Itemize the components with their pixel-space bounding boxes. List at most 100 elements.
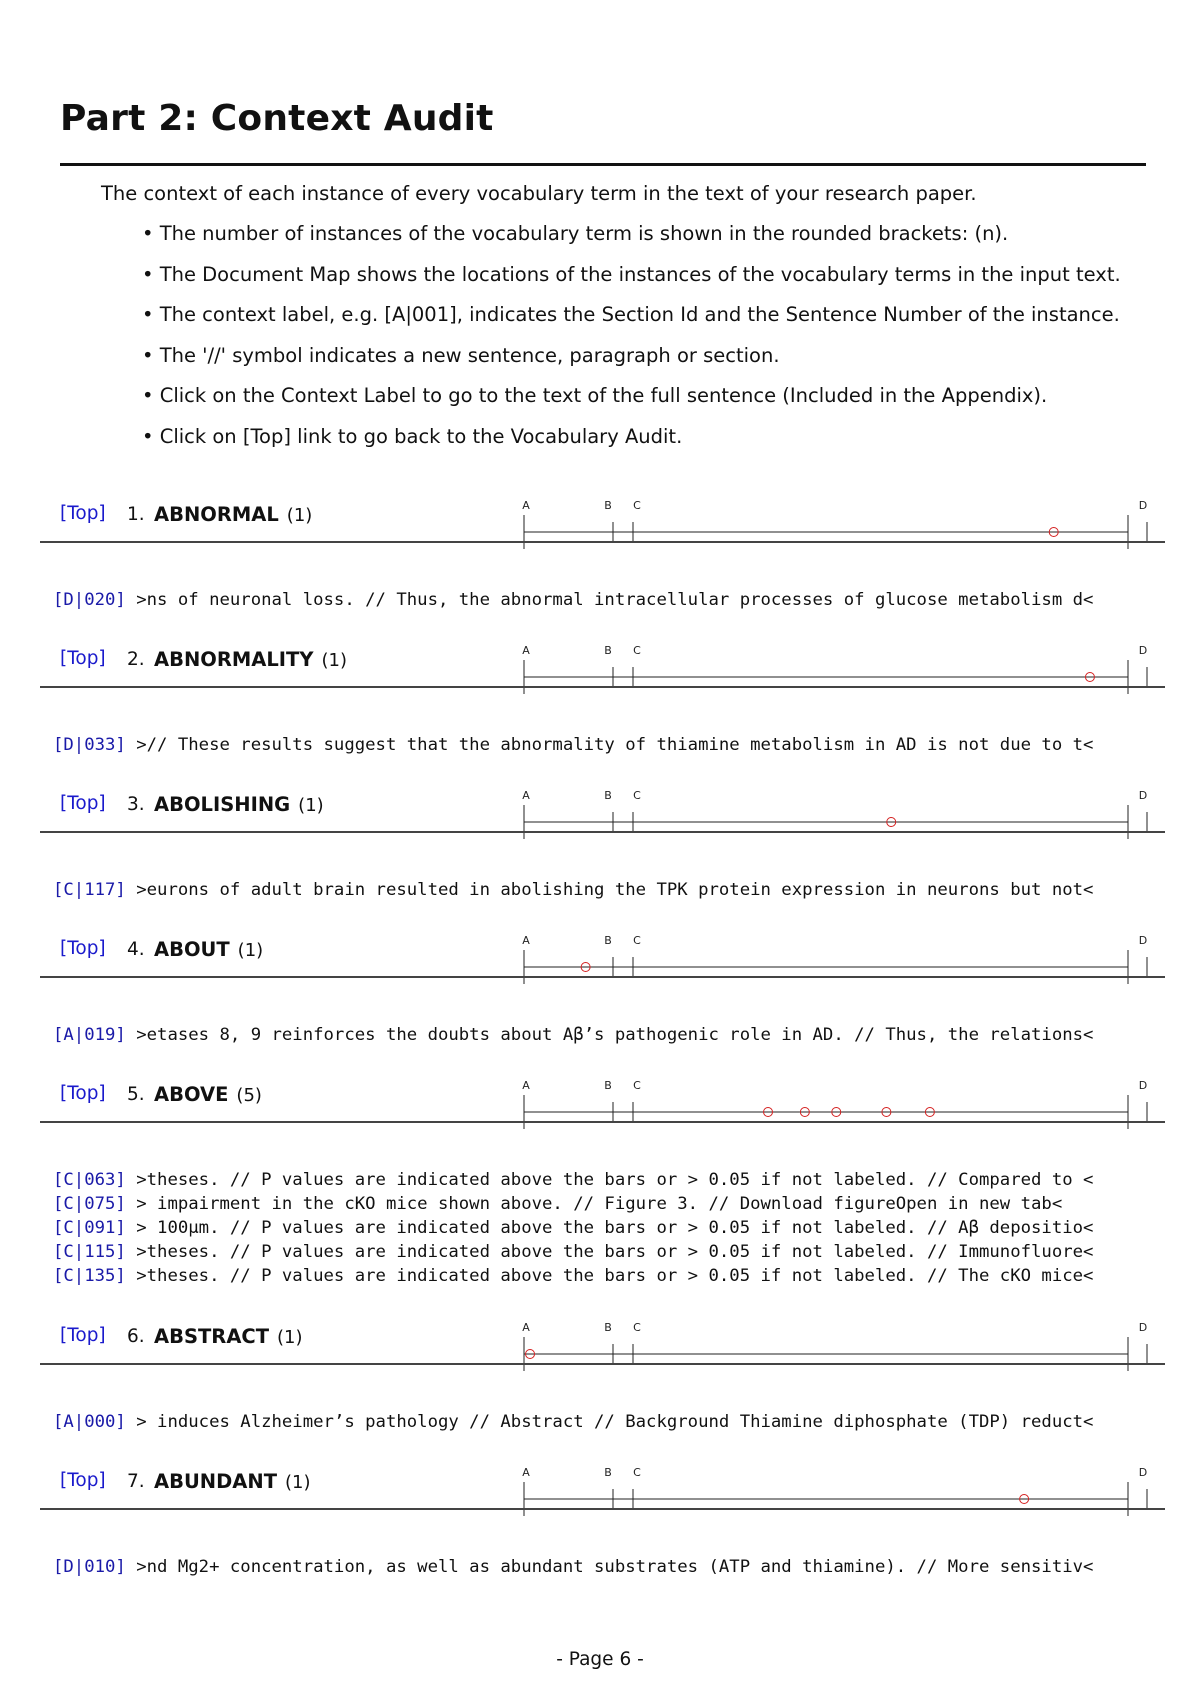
document-map: A B C D	[522, 934, 1148, 984]
context-snippet: >// These results suggest that the abnor…	[125, 735, 1094, 755]
map-section-letter: B	[604, 1321, 612, 1334]
context-line: [D|020] >ns of neuronal loss. // Thus, t…	[53, 588, 1093, 612]
title-rule	[60, 163, 1146, 166]
map-section-letter: D	[1139, 644, 1147, 657]
context-line: [C|063] >theses. // P values are indicat…	[53, 1168, 1093, 1192]
context-line: [D|010] >nd Mg2+ concentration, as well …	[53, 1555, 1093, 1579]
context-snippet: >etases 8, 9 reinforces the doubts about…	[125, 1025, 1094, 1045]
map-section-letter: B	[604, 1466, 612, 1479]
context-label-link[interactable]: [A|000]	[53, 1412, 126, 1432]
map-section-letter: D	[1139, 499, 1147, 512]
top-link[interactable]: [Top]	[60, 503, 106, 524]
term-header: [Top] 3. ABOLISHING (1) A B C D	[0, 762, 1200, 839]
term-divider	[40, 686, 1165, 688]
context-line: [C|091] > 100μm. // P values are indicat…	[53, 1216, 1093, 1240]
term-name: ABOLISHING (1)	[154, 793, 324, 816]
context-list: [D|020] >ns of neuronal loss. // Thus, t…	[53, 588, 1093, 612]
context-line: [C|117] >eurons of adult brain resulted …	[53, 878, 1093, 902]
term-divider	[40, 541, 1165, 543]
map-section-letter: D	[1139, 789, 1147, 802]
instruction-item: • The '//' symbol indicates a new senten…	[142, 343, 780, 367]
document-map: A B C D	[522, 1466, 1148, 1516]
term-number: 4.	[127, 939, 145, 960]
map-section-letter: B	[604, 499, 612, 512]
context-snippet: > 100μm. // P values are indicated above…	[125, 1218, 1094, 1238]
term-number: 3.	[127, 794, 145, 815]
document-map: A B C D	[522, 1321, 1148, 1371]
term-number: 2.	[127, 649, 145, 670]
term-divider	[40, 1508, 1165, 1510]
map-section-letter: B	[604, 934, 612, 947]
context-list: [A|019] >etases 8, 9 reinforces the doub…	[53, 1023, 1093, 1047]
context-list: [C|117] >eurons of adult brain resulted …	[53, 878, 1093, 902]
term-name: ABUNDANT (1)	[154, 1470, 311, 1493]
map-section-letter: D	[1139, 934, 1147, 947]
context-snippet: > induces Alzheimer’s pathology // Abstr…	[125, 1412, 1094, 1432]
map-section-letter: C	[633, 1079, 641, 1092]
map-section-letter: D	[1139, 1466, 1147, 1479]
context-label-link[interactable]: [C|135]	[53, 1266, 126, 1286]
term-divider	[40, 831, 1165, 833]
context-snippet: > impairment in the cKO mice shown above…	[125, 1194, 1063, 1214]
term-number: 6.	[127, 1326, 145, 1347]
map-section-letter: C	[633, 499, 641, 512]
map-section-letter: B	[604, 1079, 612, 1092]
context-list: [A|000] > induces Alzheimer’s pathology …	[53, 1410, 1093, 1434]
document-map: A B C D	[522, 499, 1148, 549]
term-count: (1)	[298, 795, 324, 816]
term-header: [Top] 2. ABNORMALITY (1) A B C D	[0, 617, 1200, 694]
map-section-letter: C	[633, 1321, 641, 1334]
term-word: ABNORMAL	[154, 503, 279, 526]
term-count: (1)	[286, 505, 313, 526]
term-number: 7.	[127, 1471, 145, 1492]
context-label-link[interactable]: [C|117]	[53, 880, 126, 900]
term-word: ABOLISHING	[154, 793, 291, 816]
context-line: [C|135] >theses. // P values are indicat…	[53, 1264, 1093, 1288]
top-link[interactable]: [Top]	[60, 1325, 106, 1346]
top-link[interactable]: [Top]	[60, 1083, 106, 1104]
map-section-letter: C	[633, 1466, 641, 1479]
term-word: ABOUT	[154, 938, 230, 961]
context-line: [C|115] >theses. // P values are indicat…	[53, 1240, 1093, 1264]
top-link[interactable]: [Top]	[60, 1470, 106, 1491]
document-map: A B C D	[522, 644, 1148, 694]
term-divider	[40, 1121, 1165, 1123]
context-snippet: >nd Mg2+ concentration, as well as abund…	[125, 1557, 1094, 1577]
context-snippet: >ns of neuronal loss. // Thus, the abnor…	[125, 590, 1094, 610]
term-header: [Top] 5. ABOVE (5) A B C D	[0, 1052, 1200, 1129]
map-section-letter: C	[633, 644, 641, 657]
map-section-letter: A	[522, 1321, 530, 1334]
context-label-link[interactable]: [D|010]	[53, 1557, 126, 1577]
instruction-item: • The number of instances of the vocabul…	[142, 222, 1009, 245]
term-number: 5.	[127, 1084, 145, 1105]
term-count: (1)	[237, 940, 264, 961]
map-section-letter: A	[522, 789, 530, 802]
context-label-link[interactable]: [C|115]	[53, 1242, 126, 1262]
top-link[interactable]: [Top]	[60, 938, 106, 959]
context-list: [D|010] >nd Mg2+ concentration, as well …	[53, 1555, 1093, 1579]
term-name: ABOVE (5)	[154, 1083, 262, 1106]
term-word: ABOVE	[154, 1083, 229, 1106]
context-label-link[interactable]: [D|020]	[53, 590, 126, 610]
context-line: [A|019] >etases 8, 9 reinforces the doub…	[53, 1023, 1093, 1047]
map-section-letter: B	[604, 789, 612, 802]
map-section-letter: D	[1139, 1079, 1147, 1092]
context-label-link[interactable]: [D|033]	[53, 735, 126, 755]
page-title: Part 2: Context Audit	[60, 98, 494, 139]
context-label-link[interactable]: [C|075]	[53, 1194, 126, 1214]
map-section-letter: A	[522, 934, 530, 947]
context-label-link[interactable]: [A|019]	[53, 1025, 126, 1045]
document-map: A B C D	[522, 1079, 1148, 1129]
context-label-link[interactable]: [C|091]	[53, 1218, 126, 1238]
term-count: (5)	[236, 1085, 262, 1106]
term-number: 1.	[127, 504, 145, 525]
context-line: [A|000] > induces Alzheimer’s pathology …	[53, 1410, 1093, 1434]
context-label-link[interactable]: [C|063]	[53, 1170, 126, 1190]
instruction-item: • The context label, e.g. [A|001], indic…	[142, 303, 1120, 326]
top-link[interactable]: [Top]	[60, 648, 106, 669]
page-number: - Page 6 -	[556, 1649, 644, 1670]
instruction-item: • Click on the Context Label to go to th…	[142, 384, 1048, 407]
context-snippet: >theses. // P values are indicated above…	[125, 1170, 1094, 1190]
top-link[interactable]: [Top]	[60, 793, 106, 814]
term-count: (1)	[285, 1472, 311, 1493]
